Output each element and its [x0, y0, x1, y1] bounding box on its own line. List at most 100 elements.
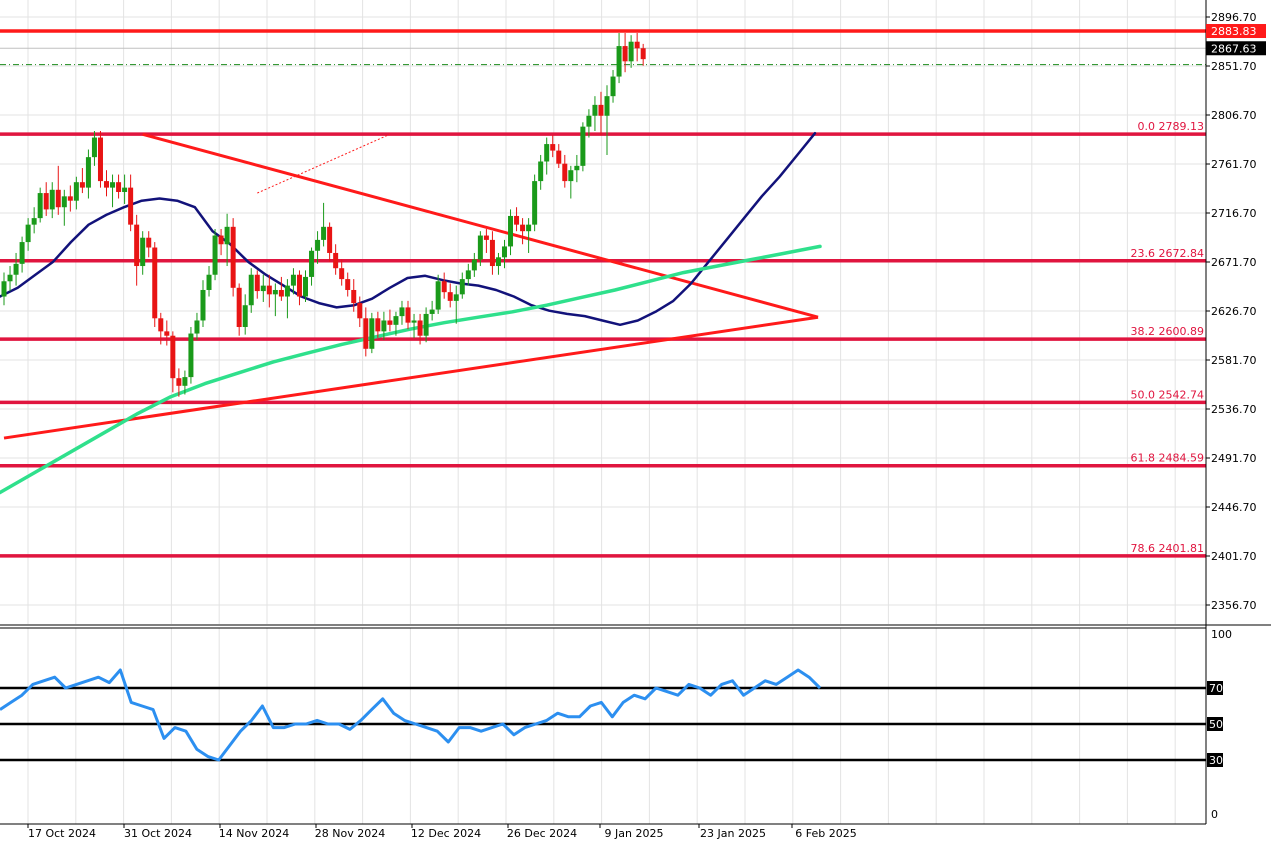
candle-body: [134, 224, 140, 267]
candle-body: [610, 76, 616, 97]
candle-body: [622, 46, 628, 62]
candle-body: [453, 294, 459, 301]
x-tick-label: 6 Feb 2025: [795, 827, 856, 840]
candle-body: [399, 307, 405, 317]
candle-body: [411, 320, 417, 323]
candle-body: [296, 274, 302, 297]
candle-body: [604, 96, 610, 116]
candle-body: [568, 170, 574, 182]
fib-level-label: 61.8 2484.59: [1131, 452, 1204, 465]
candle-body: [97, 137, 103, 182]
fib-level-label: 50.0 2542.74: [1131, 388, 1204, 401]
y-tick-label: 2716.70: [1211, 207, 1257, 220]
candle-body: [266, 285, 272, 295]
price-chart: 0.0 2789.13 23.6 2672.84 38.2 2600.89 50.0 …: [0, 0, 1271, 848]
candle-body: [459, 279, 465, 295]
candle-body: [628, 41, 634, 62]
candle-body: [278, 289, 284, 297]
candle-body: [188, 333, 194, 378]
candle-body: [345, 279, 351, 290]
candle-body: [206, 274, 212, 290]
candle-body: [242, 305, 248, 328]
x-tick-label: 23 Jan 2025: [700, 827, 766, 840]
candle-body: [405, 307, 411, 323]
candle-body: [495, 257, 501, 267]
candle-body: [128, 187, 134, 225]
candle-body: [140, 237, 146, 267]
y-tick-label: 2491.70: [1211, 452, 1257, 465]
candle-body: [49, 189, 55, 210]
candle-body: [254, 274, 260, 292]
candle-body: [489, 239, 495, 267]
candle-body: [538, 161, 544, 182]
candle-body: [19, 242, 25, 264]
candle-body: [508, 215, 514, 247]
candle-body: [43, 193, 49, 210]
candle-body: [116, 182, 122, 192]
y-tick-label: 2581.70: [1211, 354, 1257, 367]
candle-body: [182, 377, 188, 386]
candle-body: [309, 250, 315, 277]
candle-body: [194, 320, 200, 334]
candle-body: [158, 318, 164, 332]
candle-body: [91, 137, 97, 158]
candle-body: [200, 289, 206, 321]
fib-level-label: 23.6 2672.84: [1131, 247, 1204, 260]
candle-body: [417, 320, 423, 336]
y-tick-label: 2401.70: [1211, 550, 1257, 563]
y-tick-label: 2806.70: [1211, 109, 1257, 122]
candle-body: [562, 163, 568, 182]
candle-body: [471, 259, 477, 271]
x-tick-label: 12 Dec 2024: [411, 827, 481, 840]
candle-body: [67, 196, 73, 201]
fib-level-label: 78.6 2401.81: [1131, 542, 1204, 555]
y-tick-label: 2626.70: [1211, 305, 1257, 318]
y-tick-label: 2671.70: [1211, 256, 1257, 269]
candle-body: [598, 104, 604, 116]
candle-body: [640, 48, 646, 60]
candle-body: [13, 263, 19, 275]
candle-body: [212, 235, 218, 275]
candle-body: [152, 247, 158, 319]
y-tick-label: 2896.70: [1211, 11, 1257, 24]
x-tick-label: 17 Oct 2024: [28, 827, 96, 840]
candle-body: [369, 318, 375, 349]
x-tick-label: 26 Dec 2024: [507, 827, 577, 840]
candle-body: [73, 182, 79, 201]
candle-body: [501, 246, 507, 258]
candle-body: [321, 226, 327, 240]
candle-body: [429, 309, 435, 314]
candle-body: [315, 239, 321, 251]
y-tick-label: 2536.70: [1211, 403, 1257, 416]
candle-body: [477, 235, 483, 260]
candle-body: [544, 144, 550, 162]
rsi-level-label: 50: [1209, 718, 1223, 731]
candle-body: [363, 318, 369, 349]
candle-body: [25, 224, 31, 243]
y-tick-label: 2446.70: [1211, 501, 1257, 514]
candle-body: [284, 285, 290, 297]
candle-body: [104, 181, 110, 188]
candle-body: [327, 226, 333, 253]
candle-body: [423, 313, 429, 336]
candle-body: [170, 335, 176, 379]
candle-body: [79, 182, 85, 188]
candle-body: [31, 218, 37, 225]
candle-body: [387, 320, 393, 325]
candle-body: [592, 104, 598, 116]
candle-body: [447, 292, 453, 301]
candle-body: [532, 181, 538, 225]
candle-body: [260, 285, 266, 292]
candle-body: [290, 274, 296, 286]
x-tick-label: 28 Nov 2024: [315, 827, 385, 840]
rsi-tick-label: 0: [1211, 808, 1218, 821]
candle-body: [272, 289, 278, 295]
candle-body: [520, 224, 526, 232]
candle-body: [357, 303, 363, 319]
candle-body: [556, 150, 562, 164]
x-tick-label: 14 Nov 2024: [219, 827, 289, 840]
candle-body: [526, 224, 532, 232]
rsi-level-label: 30: [1209, 754, 1223, 767]
candle-body: [236, 287, 242, 328]
x-tick-label: 31 Oct 2024: [124, 827, 192, 840]
